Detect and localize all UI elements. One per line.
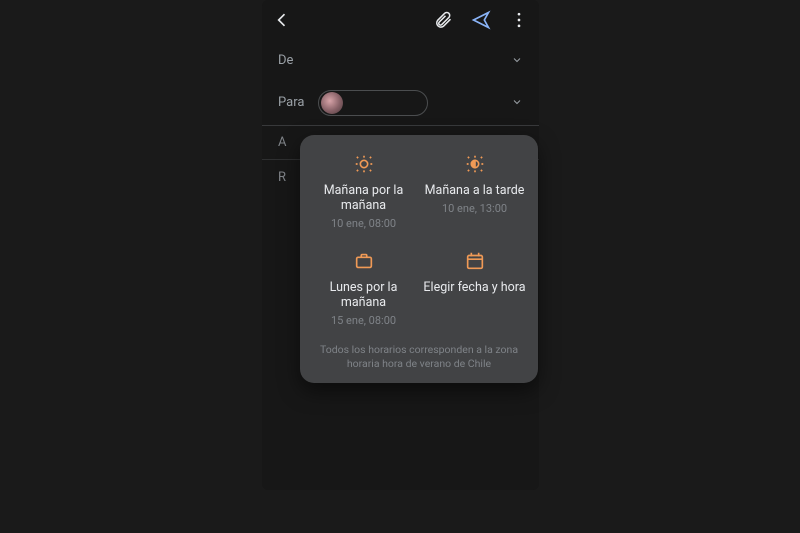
to-row[interactable]: Para — [262, 80, 539, 126]
briefcase-icon — [353, 250, 375, 272]
from-row[interactable]: De — [262, 40, 539, 80]
from-label: De — [278, 53, 318, 68]
option-sub: 10 ene, 08:00 — [331, 217, 396, 230]
top-app-bar — [262, 0, 539, 40]
option-title: Lunes por la mañana — [312, 280, 415, 310]
attach-icon[interactable] — [433, 10, 453, 30]
sun-icon — [353, 153, 375, 175]
half-sun-icon — [464, 153, 486, 175]
option-sub: 10 ene, 13:00 — [442, 202, 507, 215]
option-title: Mañana por la mañana — [312, 183, 415, 213]
option-tomorrow-afternoon[interactable]: Mañana a la tarde 10 ene, 13:00 — [419, 153, 530, 230]
option-title: Mañana a la tarde — [425, 183, 525, 198]
option-title: Elegir fecha y hora — [423, 280, 525, 295]
schedule-send-popover: Mañana por la mañana 10 ene, 08:00 Mañan… — [300, 135, 538, 383]
avatar — [321, 92, 343, 114]
calendar-icon — [464, 250, 486, 272]
option-tomorrow-morning[interactable]: Mañana por la mañana 10 ene, 08:00 — [308, 153, 419, 230]
option-monday-morning[interactable]: Lunes por la mañana 15 ene, 08:00 — [308, 250, 419, 327]
to-label: Para — [278, 95, 318, 110]
timezone-note: Todos los horarios corresponden a la zon… — [308, 343, 530, 371]
send-icon[interactable] — [471, 10, 491, 30]
option-sub: 15 ene, 08:00 — [331, 314, 396, 327]
body-text: R — [278, 170, 286, 185]
recipient-chip[interactable] — [318, 90, 428, 116]
chevron-down-icon — [511, 93, 523, 112]
more-icon[interactable] — [509, 10, 529, 30]
option-pick-date-time[interactable]: Elegir fecha y hora — [419, 250, 530, 327]
back-icon[interactable] — [272, 10, 292, 30]
subject-text: A — [278, 135, 286, 150]
chevron-down-icon — [511, 51, 523, 70]
